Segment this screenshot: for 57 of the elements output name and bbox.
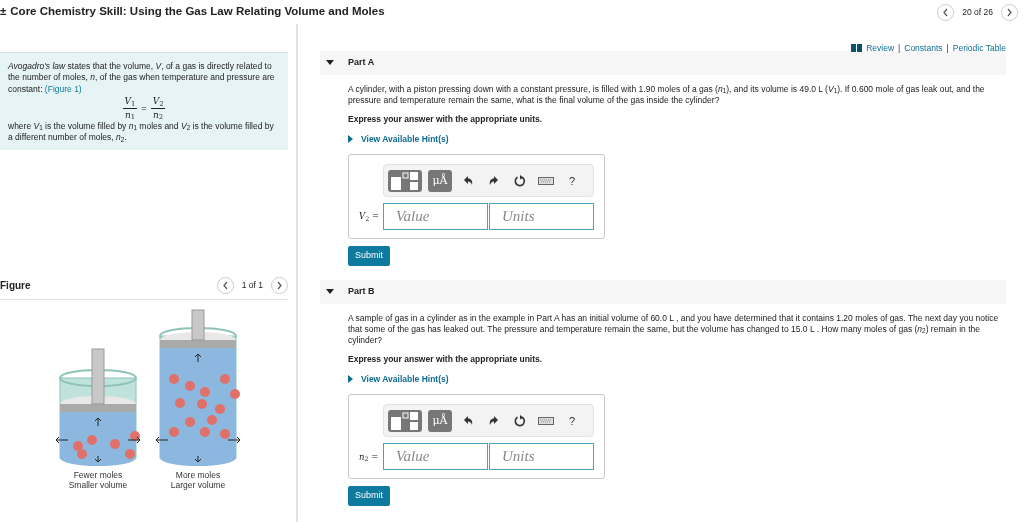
collapse-icon[interactable] [326, 60, 334, 66]
separator: | [946, 42, 949, 55]
units-button[interactable]: μÅ [428, 410, 452, 432]
menu-icon[interactable]: ± [0, 3, 7, 21]
intro-text: Avogadro's law states that the volume, V, of a gas is directly related to the number of moles, n, of the gas when temperature and pressure are constant: (Figure 1) [8, 61, 276, 96]
hints-link[interactable]: View Available Hint(s) [361, 372, 449, 386]
submit-button[interactable]: Submit [348, 486, 390, 506]
keyboard-icon [538, 417, 554, 425]
submit-button[interactable]: Submit [348, 246, 390, 266]
help-button[interactable]: ? [562, 169, 582, 192]
next-button[interactable] [1001, 3, 1018, 21]
keyboard-icon [538, 176, 554, 185]
part-title: Part B [348, 285, 375, 299]
template-icon [391, 171, 419, 190]
answer-label: n$_{2}$ = [359, 450, 380, 464]
units-field[interactable]: Units [489, 443, 594, 471]
next-figure-button[interactable] [271, 276, 288, 294]
expand-icon[interactable] [348, 375, 353, 384]
page-title: Core Chemistry Skill: Using the Gas Law Relating Volume and Moles [10, 4, 385, 20]
units-button[interactable]: μÅ [428, 169, 452, 192]
chevron-left-icon [220, 279, 230, 291]
instruction-text: Express your answer with the appropriate units. [348, 112, 544, 126]
undo-icon [463, 416, 473, 426]
figure-title: Figure [0, 278, 31, 293]
value-field[interactable]: Value [383, 443, 488, 471]
figure-link[interactable]: (Figure 1) [44, 83, 82, 94]
figure-caption: More moles Larger volume [170, 469, 226, 490]
redo-icon [489, 416, 499, 426]
value-field[interactable]: Value [383, 203, 488, 231]
previous-button[interactable] [937, 3, 955, 21]
chevron-right-icon [1005, 6, 1014, 18]
part-title: Part A [348, 56, 375, 69]
page-counter: 20 of 26 [962, 5, 993, 19]
answer-label: V$_{2}$ = [359, 210, 380, 224]
redo-icon [489, 175, 499, 186]
reset-icon [514, 174, 526, 187]
explanation-text: where V$_{1}$ is the volume filled by n$_{1}$ moles and V$_{2}$ is the volume filled by a different number of moles, n$_{2}$. [8, 120, 275, 144]
expand-icon[interactable] [348, 134, 353, 143]
template-icon [391, 412, 419, 430]
collapse-icon[interactable] [326, 289, 334, 295]
help-button[interactable]: ? [562, 410, 582, 432]
question-text: A sample of gas in a cylinder as in the example in Part A has an initial volume of 60.0 L , and you have determined that it contains 1.20 moles of gas. The next day you notice that some of the gas has leaked out. The pressure and temperature remain the same, but the volume has changed to 15.0 L . How many moles of gas (n$_{2}$) remain in the cylinder? [348, 312, 1000, 346]
question-text: A cylinder, with a piston pressing down with a constant pressure, is filled with 1.90 moles of a gas (n$_{1}$), and its volume is 49.0 L (V$_{1}$). If 0.600 mole of gas leak out, and the pressure and temperature remain the same, what is the final volume of the gas inside the cylinder? [348, 83, 986, 106]
units-field[interactable]: Units [489, 203, 594, 231]
previous-figure-button[interactable] [216, 276, 234, 294]
instruction-text: Express your answer with the appropriate units. [348, 353, 544, 366]
hints-link[interactable]: View Available Hint(s) [361, 132, 449, 146]
figure-counter: 1 of 1 [241, 278, 263, 292]
figure-caption: Fewer moles Smaller volume [68, 469, 128, 490]
undo-icon [463, 175, 473, 186]
book-icon [851, 44, 863, 53]
chevron-right-icon [275, 279, 284, 291]
part-header[interactable]: Part B [320, 279, 1006, 304]
separator: | [898, 42, 901, 55]
reset-icon [514, 415, 526, 427]
template-button[interactable] [388, 410, 422, 432]
template-button[interactable] [388, 169, 422, 192]
